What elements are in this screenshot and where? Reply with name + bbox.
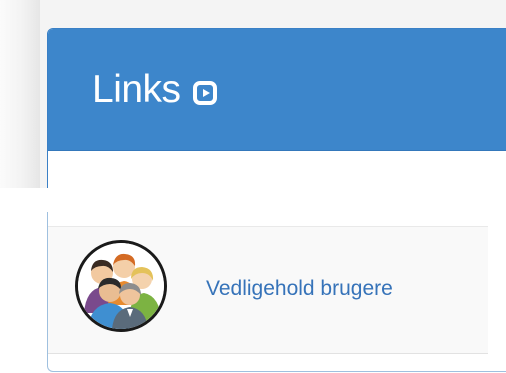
users-group-illustration (78, 243, 164, 329)
panel-title: Links (92, 68, 181, 111)
users-group-avatar-icon (75, 240, 167, 332)
links-panel-header-region: Links (0, 0, 506, 200)
screenshot: Links Vedligehold brugere (0, 0, 506, 373)
vedligehold-brugere-link[interactable]: Vedligehold brugere (206, 277, 393, 301)
links-list: Vedligehold brugere (47, 212, 506, 372)
links-panel: Links (47, 28, 506, 200)
page-background-edge (0, 0, 40, 188)
panel-heading: Links (48, 29, 506, 151)
fragment-gap (0, 188, 506, 212)
play-square-icon (192, 80, 217, 105)
list-item-vedligehold-brugere[interactable]: Vedligehold brugere (48, 226, 488, 354)
